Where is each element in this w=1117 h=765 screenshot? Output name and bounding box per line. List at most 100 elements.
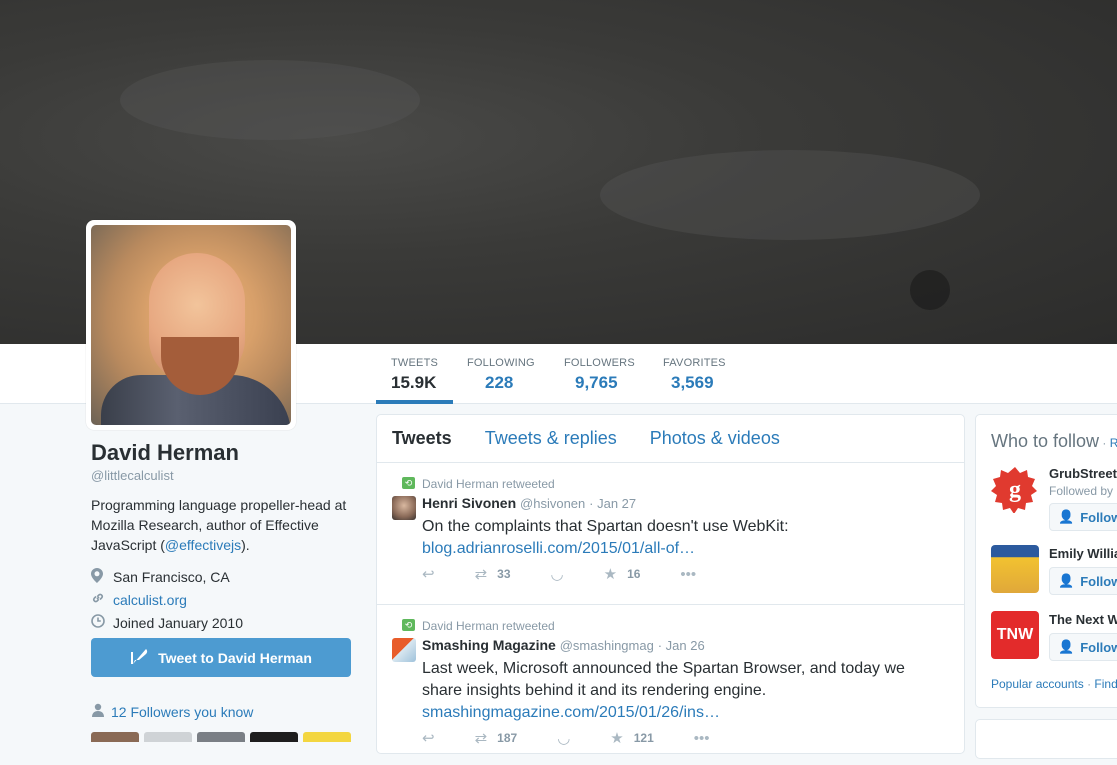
tweet-item[interactable]: ⟲ David Herman retweeted Smashing Magazi… <box>377 605 964 765</box>
timeline-tabs: Tweets Tweets & replies Photos & videos <box>377 415 964 463</box>
retweet-icon: ⟲ <box>402 619 415 631</box>
bio-text-end: ). <box>241 537 250 553</box>
tab-photos-videos[interactable]: Photos & videos <box>650 428 780 449</box>
reply-button[interactable]: ↩ <box>422 729 435 747</box>
stat-followers[interactable]: FOLLOWERS 9,765 <box>564 344 635 404</box>
follow-button[interactable]: 👤 Follow <box>1049 503 1117 531</box>
favorite-button[interactable]: ★ 16 <box>604 565 641 583</box>
retweet-count: 33 <box>497 567 511 581</box>
title-separator: · <box>1099 436 1110 450</box>
tweet-to-button[interactable]: Tweet to David Herman <box>91 638 351 677</box>
tweet-body: Last week, Microsoft announced the Spart… <box>422 660 905 699</box>
tweet-timeline: Tweets Tweets & replies Photos & videos … <box>376 414 965 754</box>
follower-thumbnail[interactable] <box>144 732 192 742</box>
add-person-icon: 👤 <box>1058 509 1075 524</box>
tweet-text: Last week, Microsoft announced the Spart… <box>422 658 942 724</box>
follower-thumbnail[interactable] <box>303 732 351 742</box>
tab-tweets-replies[interactable]: Tweets & replies <box>485 428 617 449</box>
stat-following[interactable]: FOLLOWING 228 <box>467 344 535 404</box>
more-button[interactable]: ••• <box>680 566 696 583</box>
who-to-follow-heading: Who to follow <box>991 431 1100 451</box>
retweet-icon: ⟲ <box>402 477 415 489</box>
followers-you-know-link[interactable]: 12 Followers you know <box>91 703 253 720</box>
tweet-date[interactable]: · Jan 26 <box>658 638 705 653</box>
profile-name[interactable]: David Herman <box>91 440 356 466</box>
stat-favorites[interactable]: FAVORITES 3,569 <box>663 344 726 404</box>
reply-icon: ↩ <box>422 730 435 747</box>
follower-thumbnail[interactable] <box>250 732 298 742</box>
refresh-link[interactable]: Re <box>1110 436 1117 450</box>
star-icon: ★ <box>603 566 618 583</box>
profile-meta: San Francisco, CA calculist.org Joined J… <box>91 565 356 634</box>
retweet-context[interactable]: David Herman retweeted <box>422 619 555 633</box>
retweet-button[interactable]: ⇄ 187 <box>475 729 518 747</box>
favorite-count: 121 <box>633 731 654 745</box>
tweet-author[interactable]: Smashing Magazine <box>422 637 556 653</box>
stat-value: 15.9K <box>391 373 437 392</box>
tweet-link[interactable]: smashingmagazine.com/2015/01/26/ins… <box>422 704 720 721</box>
tweet-item[interactable]: ⟲ David Herman retweeted Henri Sivonen @… <box>377 463 964 605</box>
stat-label: FOLLOWING <box>467 357 535 369</box>
profile-location: San Francisco, CA <box>113 568 230 585</box>
profile-handle[interactable]: @littlecalculist <box>91 468 356 483</box>
pocket-icon: ◡ <box>557 730 571 747</box>
map-pin-icon <box>91 567 113 586</box>
tweet-author[interactable]: Henri Sivonen <box>422 495 516 511</box>
follow-button[interactable]: 👤 Follow <box>1049 567 1117 595</box>
reply-button[interactable]: ↩ <box>422 565 435 583</box>
person-icon <box>91 703 105 720</box>
tweet-actions: ↩ ⇄ 33 ◡ ★ 16 ••• <box>422 565 736 584</box>
add-person-icon: 👤 <box>1058 639 1075 654</box>
retweet-icon: ⇄ <box>474 566 488 583</box>
pocket-icon: ◡ <box>550 566 564 583</box>
suggestion-avatar[interactable]: g <box>991 465 1039 514</box>
retweet-context[interactable]: David Herman retweeted <box>422 477 555 491</box>
tweet-link[interactable]: blog.adrianroselli.com/2015/01/all-of… <box>422 540 695 557</box>
followers-you-know-label: 12 Followers you know <box>111 703 254 720</box>
tweet-avatar[interactable] <box>392 496 416 520</box>
follower-thumbnail[interactable] <box>197 732 245 742</box>
profile-avatar[interactable] <box>86 220 296 430</box>
follow-label: Follow <box>1080 509 1117 525</box>
retweet-button[interactable]: ⇄ 33 <box>475 565 511 583</box>
stat-value: 228 <box>485 373 514 392</box>
who-to-follow-module: Who to follow · Re g GrubStreet Followed… <box>975 414 1117 708</box>
tweet-avatar[interactable] <box>392 638 416 662</box>
favorite-button[interactable]: ★ 121 <box>610 729 653 747</box>
tweet-handle[interactable]: @smashingmag <box>560 638 654 653</box>
link-icon <box>91 591 113 608</box>
tweet-text: On the complaints that Spartan doesn't u… <box>422 516 942 560</box>
tweet-handle[interactable]: @hsivonen <box>520 496 585 511</box>
stat-tweets[interactable]: TWEETS 15.9K <box>376 344 453 404</box>
tweet-date[interactable]: · Jan 27 <box>589 496 636 511</box>
retweet-count: 187 <box>497 731 518 745</box>
reply-icon: ↩ <box>422 566 435 583</box>
stat-label: FAVORITES <box>663 357 726 369</box>
profile-website-link[interactable]: calculist.org <box>113 592 187 608</box>
suggestion-name[interactable]: The Next W <box>1049 612 1117 627</box>
more-button[interactable]: ••• <box>694 730 710 747</box>
follow-label: Follow <box>1080 639 1117 655</box>
clock-icon <box>91 614 113 631</box>
tweet-header: Henri Sivonen @hsivonen · Jan 27 <box>422 495 636 511</box>
suggestion-avatar[interactable]: TNW <box>991 611 1039 659</box>
quill-icon <box>130 647 150 668</box>
suggestion-name[interactable]: GrubStreet <box>1049 466 1117 481</box>
tab-tweets[interactable]: Tweets <box>392 428 452 449</box>
suggestion-name[interactable]: Emily Willia <box>1049 546 1117 561</box>
find-friends-link[interactable]: Find <box>1094 677 1117 691</box>
follower-thumbnail[interactable] <box>91 732 139 742</box>
pocket-button[interactable]: ◡ <box>551 565 564 583</box>
tweet-to-label: Tweet to David Herman <box>158 649 312 666</box>
pocket-button[interactable]: ◡ <box>557 729 570 747</box>
suggestion-avatar[interactable] <box>991 545 1039 593</box>
more-icon: ••• <box>680 565 697 583</box>
profile-card: David Herman @littlecalculist Programmin… <box>91 440 356 634</box>
footer-separator: · <box>1083 677 1095 691</box>
star-icon: ★ <box>610 730 624 747</box>
follow-button[interactable]: 👤 Follow <box>1049 633 1117 661</box>
retweet-icon: ⇄ <box>474 730 488 747</box>
tweet-header: Smashing Magazine @smashingmag · Jan 26 <box>422 637 705 653</box>
bio-mention-link[interactable]: @effectivejs <box>165 537 241 553</box>
popular-accounts-link[interactable]: Popular accounts <box>991 677 1084 691</box>
